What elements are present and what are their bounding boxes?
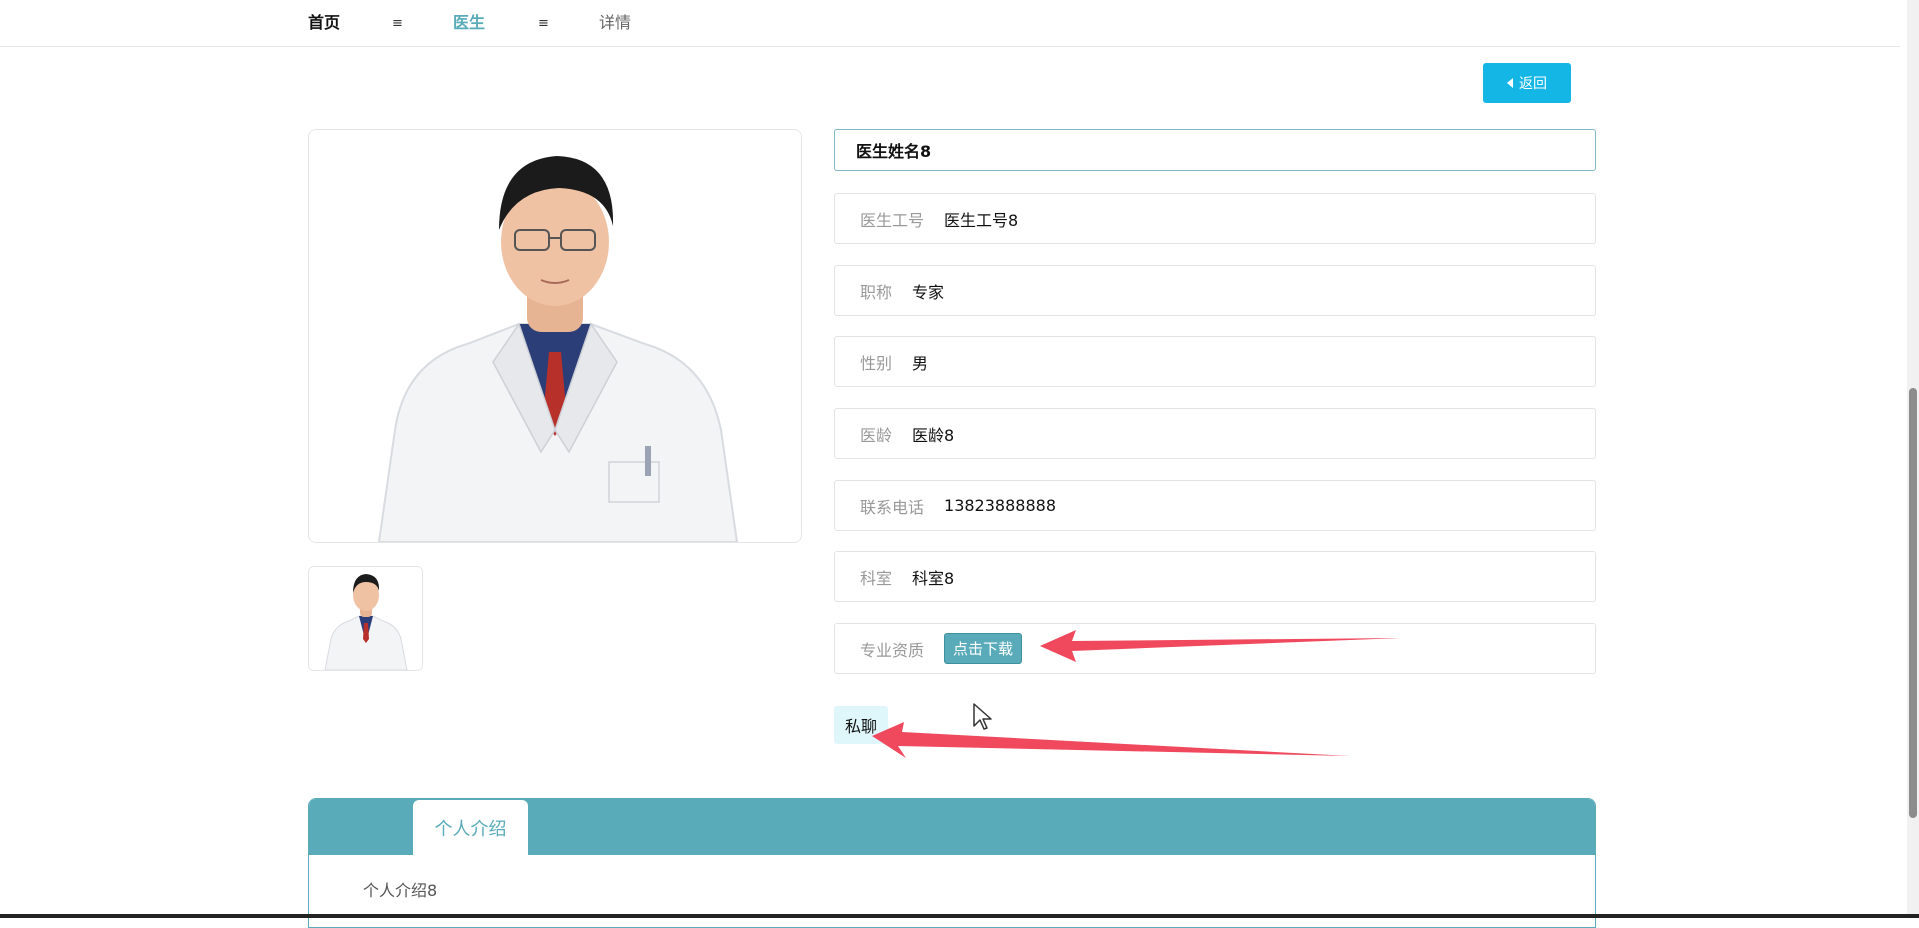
- info-label: 专业资质: [860, 640, 925, 660]
- scrollbar-thumb[interactable]: [1909, 388, 1917, 818]
- info-label: 性别: [860, 353, 893, 373]
- info-label: 医生工号: [860, 210, 925, 230]
- tab-header: 个人介绍: [309, 799, 1595, 855]
- breadcrumb-detail: 详情: [599, 13, 632, 32]
- annotation-arrow-icon: [872, 722, 1350, 758]
- download-qualification-button[interactable]: 点击下载: [944, 633, 1023, 664]
- doctor-portrait-image: [309, 130, 801, 542]
- breadcrumb-doctor[interactable]: 医生: [453, 12, 485, 34]
- info-row-phone: 联系电话 13823888888: [834, 480, 1596, 531]
- window-bottom-edge: [0, 914, 1919, 918]
- info-label: 联系电话: [860, 497, 925, 517]
- info-row-experience: 医龄 医龄8: [834, 408, 1596, 459]
- doctor-photo-thumbnail[interactable]: [308, 566, 423, 671]
- caret-left-icon: [1507, 78, 1513, 88]
- mouse-cursor-icon: [973, 703, 992, 730]
- tab-content-text: 个人介绍8: [363, 881, 438, 900]
- breadcrumb-home[interactable]: 首页: [308, 12, 340, 34]
- breadcrumb-separator-icon: ≡: [392, 16, 403, 31]
- breadcrumb-bar: 首页 ≡ 医生 ≡ 详情: [0, 0, 1900, 47]
- doctor-thumbnail-image: [309, 567, 422, 670]
- info-row-gender: 性别 男: [834, 336, 1596, 387]
- tab-personal-intro[interactable]: 个人介绍: [413, 800, 528, 855]
- info-value: 科室8: [912, 568, 955, 588]
- info-value: 专家: [912, 282, 945, 302]
- detail-tab-panel: 个人介绍 个人介绍8: [308, 798, 1596, 928]
- info-row-department: 科室 科室8: [834, 551, 1596, 602]
- annotation-arrow-icon: [1040, 630, 1400, 662]
- info-label: 科室: [860, 568, 893, 588]
- info-value: 医龄8: [912, 425, 955, 445]
- info-label: 医龄: [860, 425, 893, 445]
- info-row-title: 职称 专家: [834, 265, 1596, 316]
- info-label: 职称: [860, 282, 893, 302]
- info-value: 男: [912, 353, 929, 373]
- doctor-name-title: 医生姓名8: [834, 129, 1596, 171]
- info-value: 医生工号8: [944, 210, 1019, 230]
- back-button[interactable]: 返回: [1483, 63, 1571, 103]
- back-button-label: 返回: [1519, 76, 1547, 92]
- info-value: 13823888888: [944, 496, 1056, 515]
- info-row-doctor-id: 医生工号 医生工号8: [834, 193, 1596, 244]
- breadcrumb-separator-icon: ≡: [538, 16, 549, 31]
- doctor-photo: [308, 129, 802, 543]
